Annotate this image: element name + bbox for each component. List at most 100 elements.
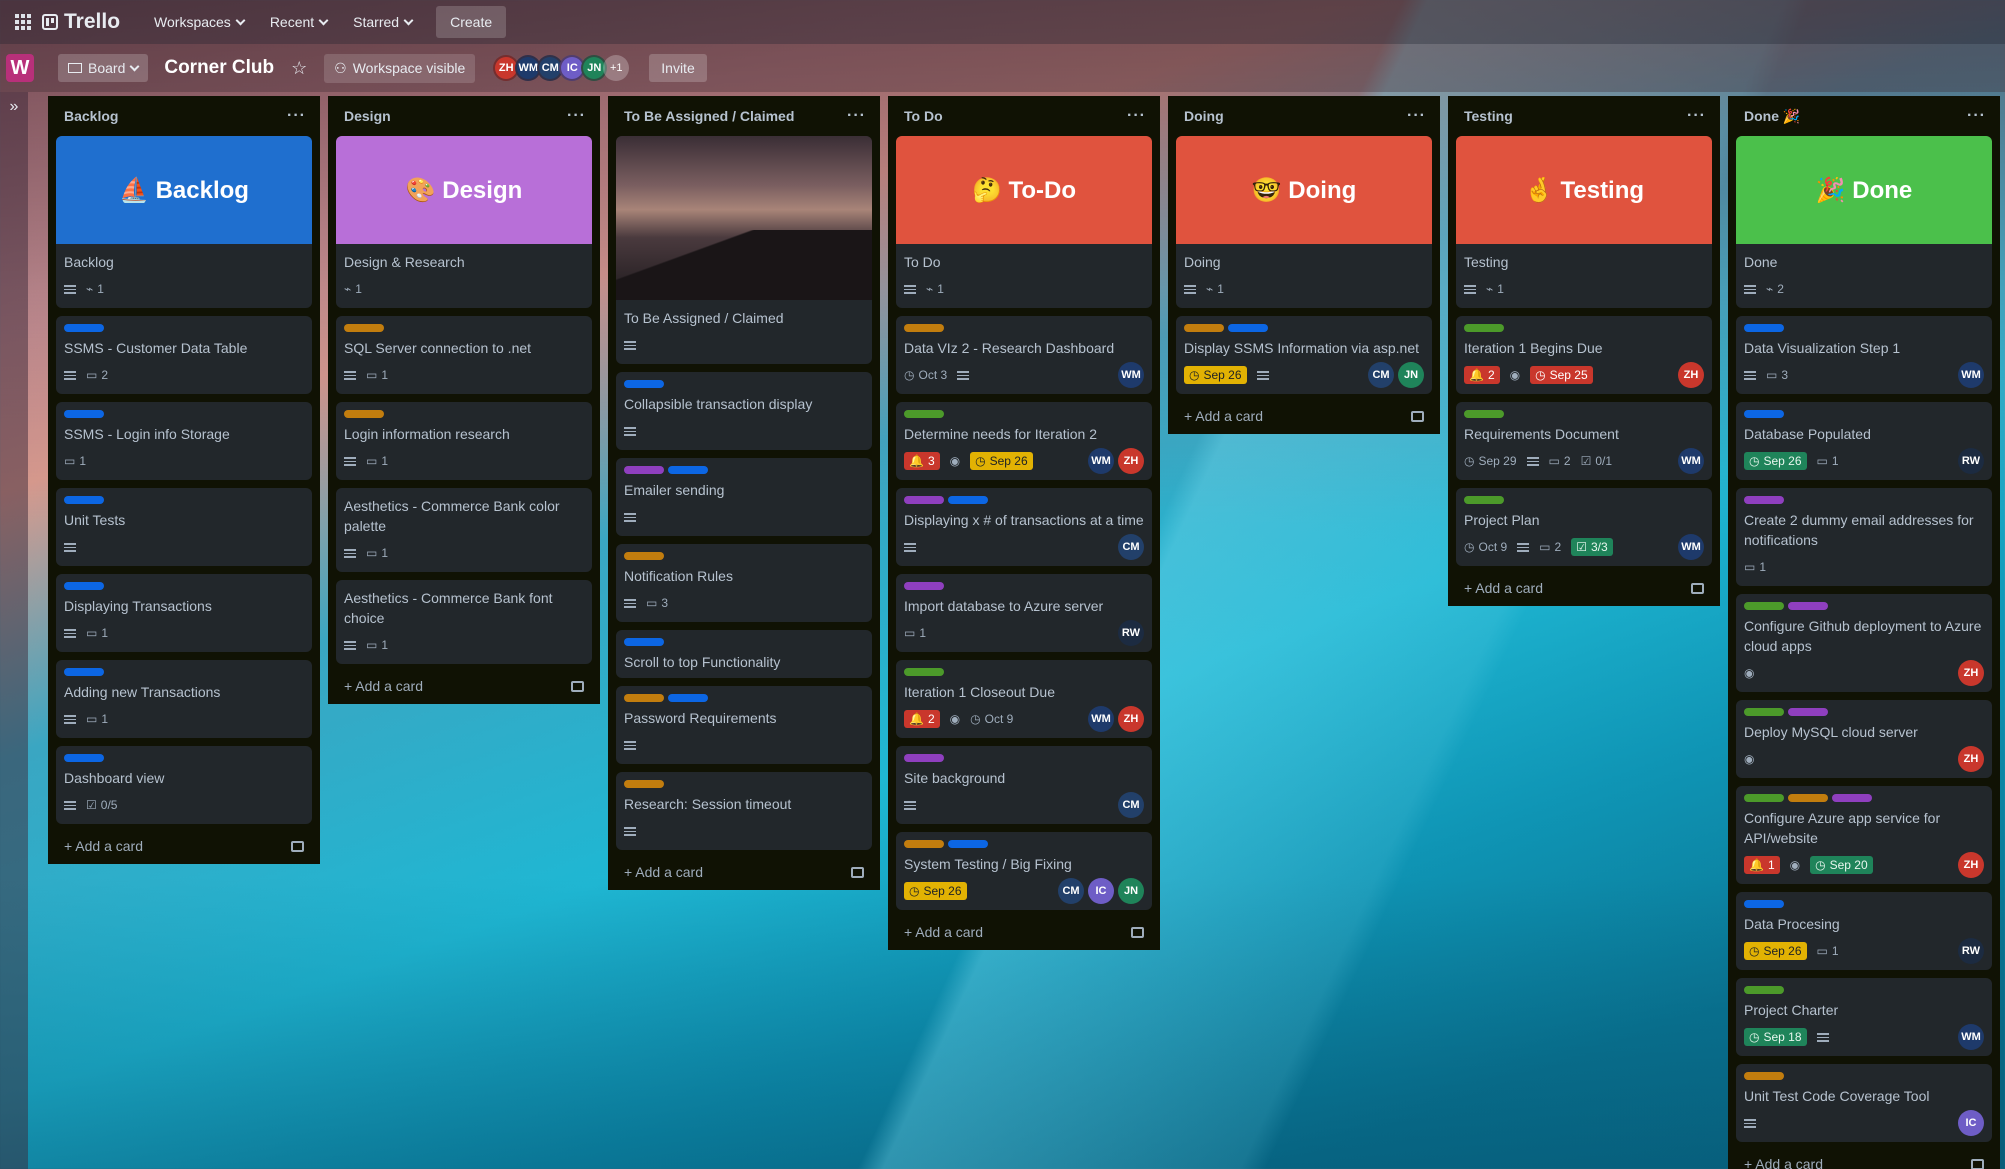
more-options-icon[interactable]: ··· [847,107,866,125]
add-card-button[interactable]: + Add a card [1456,574,1712,598]
due-date-badge[interactable]: ◷ Sep 26 [1184,366,1247,384]
card[interactable]: Data VIz 2 - Research Dashboard ◷ Oct 3 WM [896,316,1152,394]
label-green[interactable] [904,410,944,418]
label-blue[interactable] [948,840,988,848]
label-purple[interactable] [1744,496,1784,504]
create-from-template-icon[interactable] [1971,1158,1984,1169]
label-purple[interactable] [624,466,664,474]
card[interactable]: Dashboard view ☑ 0/5 [56,746,312,824]
more-options-icon[interactable]: ··· [567,107,586,125]
create-from-template-icon[interactable] [1131,926,1144,938]
card[interactable]: Displaying Transactions ▭ 1 [56,574,312,652]
more-options-icon[interactable]: ··· [287,107,306,125]
create-from-template-icon[interactable] [291,840,304,852]
board-view-switcher[interactable]: Board [58,54,149,82]
nav-starred[interactable]: Starred [343,8,422,36]
card[interactable]: Unit Test Code Coverage Tool IC [1736,1064,1992,1142]
card[interactable]: To Be Assigned / Claimed [616,136,872,364]
avatar[interactable]: RW [1958,448,1984,474]
label-orange[interactable] [344,324,384,332]
card[interactable]: Scroll to top Functionality [616,630,872,678]
avatar[interactable]: WM [1088,448,1114,474]
card[interactable]: Requirements Document ◷ Sep 29 ▭ 2 ☑ 0/1 WM [1456,402,1712,480]
card[interactable]: Login information research ▭ 1 [336,402,592,480]
card[interactable]: Deploy MySQL cloud server ◉ ZH [1736,700,1992,778]
label-blue[interactable] [64,496,104,504]
label-blue[interactable] [1744,410,1784,418]
label-green[interactable] [1744,986,1784,994]
create-button[interactable]: Create [436,6,507,38]
avatar[interactable]: WM [1678,534,1704,560]
card[interactable]: Emailer sending [616,458,872,536]
trello-logo[interactable]: Trello [42,10,120,34]
board-title[interactable]: Corner Club [164,57,274,79]
visibility-button[interactable]: ⚇ Workspace visible [324,53,476,83]
avatar[interactable]: ZH [1958,852,1984,878]
avatar[interactable]: CM [1118,792,1144,818]
due-date-badge[interactable]: ◷ Sep 26 [970,452,1033,470]
card[interactable]: Configure Github deployment to Azure clo… [1736,594,1992,692]
label-orange[interactable] [624,694,664,702]
add-card-button[interactable]: + Add a card [616,858,872,882]
label-blue[interactable] [64,754,104,762]
due-date-badge[interactable]: ◷ Sep 26 [904,882,967,900]
label-blue[interactable] [668,694,708,702]
label-orange[interactable] [1788,794,1828,802]
list-title[interactable]: To Do [904,108,943,124]
avatar[interactable]: CM [1058,878,1084,904]
avatar[interactable]: ZH [1958,746,1984,772]
nav-workspaces[interactable]: Workspaces [144,8,254,36]
label-green[interactable] [1744,708,1784,716]
avatar[interactable]: JN [1398,362,1424,388]
label-purple[interactable] [1788,708,1828,716]
more-options-icon[interactable]: ··· [1687,107,1706,125]
label-green[interactable] [1464,410,1504,418]
avatar[interactable]: WM [1088,706,1114,732]
card[interactable]: System Testing / Big Fixing ◷ Sep 26 CM IC JN [896,832,1152,910]
add-card-button[interactable]: + Add a card [336,672,592,696]
due-date-badge[interactable]: ◷ Sep 25 [1530,366,1593,384]
label-orange[interactable] [1744,1072,1784,1080]
workspace-badge[interactable]: W [6,54,34,82]
label-blue[interactable] [948,496,988,504]
card[interactable]: SQL Server connection to .net ▭ 1 [336,316,592,394]
more-options-icon[interactable]: ··· [1407,107,1426,125]
list-title[interactable]: Doing [1184,108,1224,124]
label-blue[interactable] [64,324,104,332]
avatar[interactable]: ZH [1678,362,1704,388]
card[interactable]: Iteration 1 Closeout Due 🔔 2 ◉ ◷ Oct 9 WM ZH [896,660,1152,738]
card[interactable]: Password Requirements [616,686,872,764]
avatar[interactable]: ZH [1118,706,1144,732]
star-icon[interactable]: ☆ [284,53,314,83]
avatar[interactable]: CM [1368,362,1394,388]
card[interactable]: 🎉 Done Done ⌁ 2 [1736,136,1992,308]
card[interactable]: ⛵ Backlog Backlog ⌁ 1 [56,136,312,308]
list-title[interactable]: Done 🎉 [1744,108,1800,125]
label-green[interactable] [904,668,944,676]
more-options-icon[interactable]: ··· [1967,107,1986,125]
add-card-button[interactable]: + Add a card [896,918,1152,942]
create-from-template-icon[interactable] [1411,410,1424,422]
label-blue[interactable] [1744,900,1784,908]
card[interactable]: Determine needs for Iteration 2 🔔 3 ◉ ◷ Sep 2… [896,402,1152,480]
card[interactable]: Collapsible transaction display [616,372,872,450]
card[interactable]: Database Populated ◷ Sep 26 ▭ 1 RW [1736,402,1992,480]
avatar[interactable]: RW [1958,938,1984,964]
list-title[interactable]: Design [344,108,391,124]
avatar[interactable]: IC [1088,878,1114,904]
due-date-badge[interactable]: ◷ Sep 20 [1810,856,1873,874]
add-card-button[interactable]: + Add a card [1176,402,1432,426]
card[interactable]: Create 2 dummy email addresses for notif… [1736,488,1992,586]
avatar[interactable]: CM [1118,534,1144,560]
card[interactable]: Iteration 1 Begins Due 🔔 2 ◉ ◷ Sep 25 ZH [1456,316,1712,394]
app-switcher-icon[interactable] [10,9,36,35]
avatar[interactable]: ZH [1958,660,1984,686]
label-blue[interactable] [624,380,664,388]
create-from-template-icon[interactable] [851,866,864,878]
list-title[interactable]: Testing [1464,108,1513,124]
due-date-badge[interactable]: ◷ Sep 18 [1744,1028,1807,1046]
invite-button[interactable]: Invite [649,54,707,82]
card[interactable]: 🤞 Testing Testing ⌁ 1 [1456,136,1712,308]
create-from-template-icon[interactable] [1691,582,1704,594]
avatar[interactable]: JN [1118,878,1144,904]
